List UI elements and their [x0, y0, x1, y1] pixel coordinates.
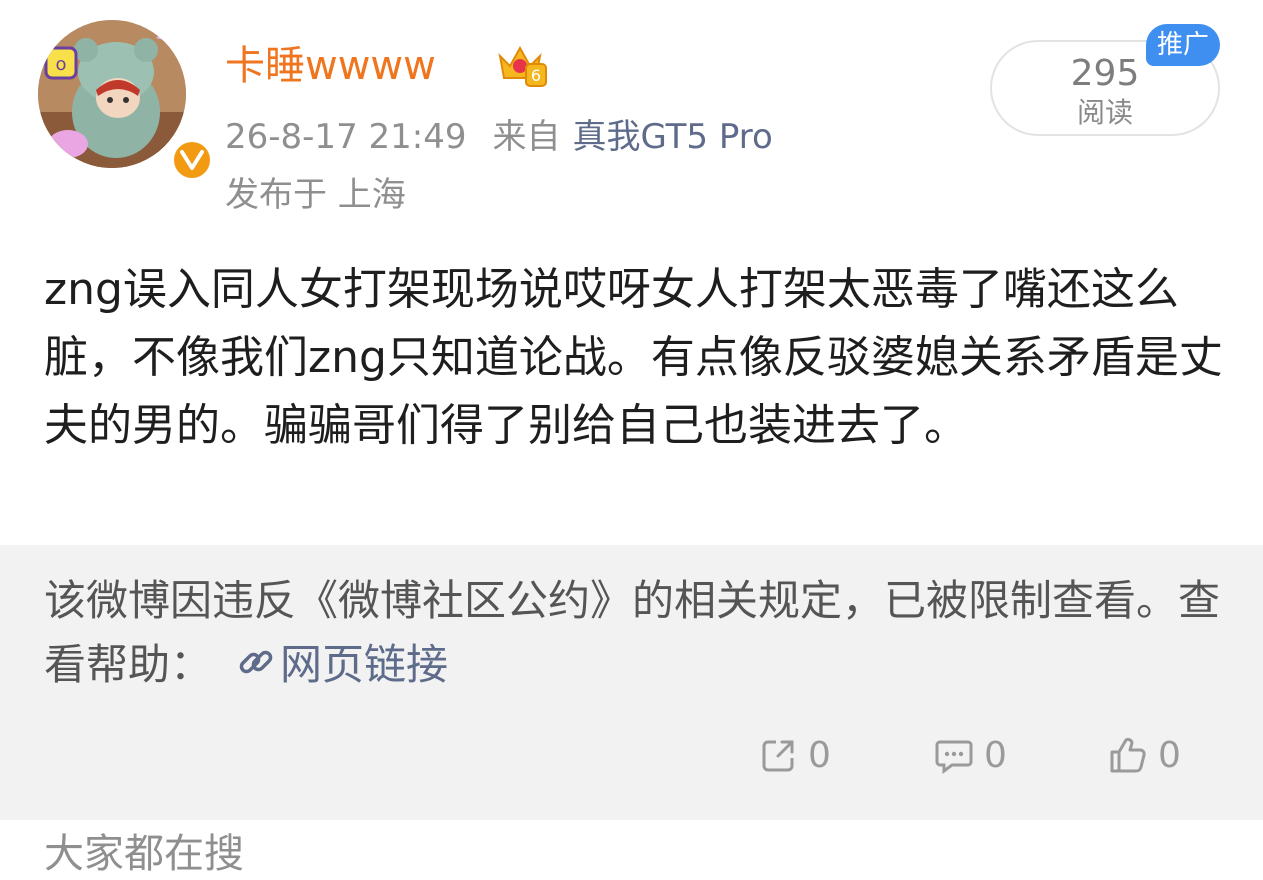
notice-text-container: 该微博因违反《微博社区公约》的相关规定，已被限制查看。查看帮助： 网页链接 [44, 569, 1224, 700]
comment-button[interactable]: 0 [934, 725, 1007, 785]
avatar-image: o [38, 20, 186, 168]
timestamp: 26-8-17 21:49 [225, 117, 467, 157]
like-icon [1110, 737, 1146, 773]
post-location: 发布于 上海 [225, 175, 406, 215]
avatar[interactable]: o [38, 20, 186, 168]
action-bar: 0 0 0 [0, 725, 1263, 785]
help-link[interactable]: 网页链接 [280, 640, 448, 689]
repost-count: 0 [808, 734, 831, 776]
source-prefix: 来自 [492, 117, 561, 157]
like-button[interactable]: 0 [1108, 725, 1181, 785]
post-content: zng误入同人女打架现场说哎呀女人打架太恶毒了嘴还这么脏，不像我们zng只知道论… [44, 264, 1223, 451]
post-meta: 26-8-17 21:49 来自 真我GT5 Pro [225, 114, 773, 160]
read-label: 阅读 [1076, 96, 1133, 129]
restricted-notice: 该微博因违反《微博社区公约》的相关规定，已被限制查看。查看帮助： 网页链接 0 … [0, 545, 1263, 820]
comment-icon [935, 740, 973, 774]
verified-icon [170, 138, 214, 182]
member-level: 6 [531, 66, 541, 85]
repost-icon [762, 740, 794, 772]
promo-tag[interactable]: 推广 [1146, 24, 1220, 66]
avatar-container[interactable]: o [38, 20, 214, 182]
svg-text:o: o [55, 54, 66, 75]
device-link[interactable]: 真我GT5 Pro [573, 117, 773, 157]
like-count: 0 [1158, 734, 1181, 776]
repost-button[interactable]: 0 [760, 725, 831, 785]
comment-count: 0 [984, 734, 1007, 776]
section-title: 大家都在搜 [44, 831, 244, 877]
username[interactable]: 卡睡wwww [225, 38, 436, 94]
notice-text: 该微博因违反《微博社区公约》的相关规定，已被限制查看。查看帮助： [44, 576, 1221, 689]
link-icon[interactable] [236, 636, 276, 700]
crown-icon[interactable]: 6 [492, 34, 548, 90]
